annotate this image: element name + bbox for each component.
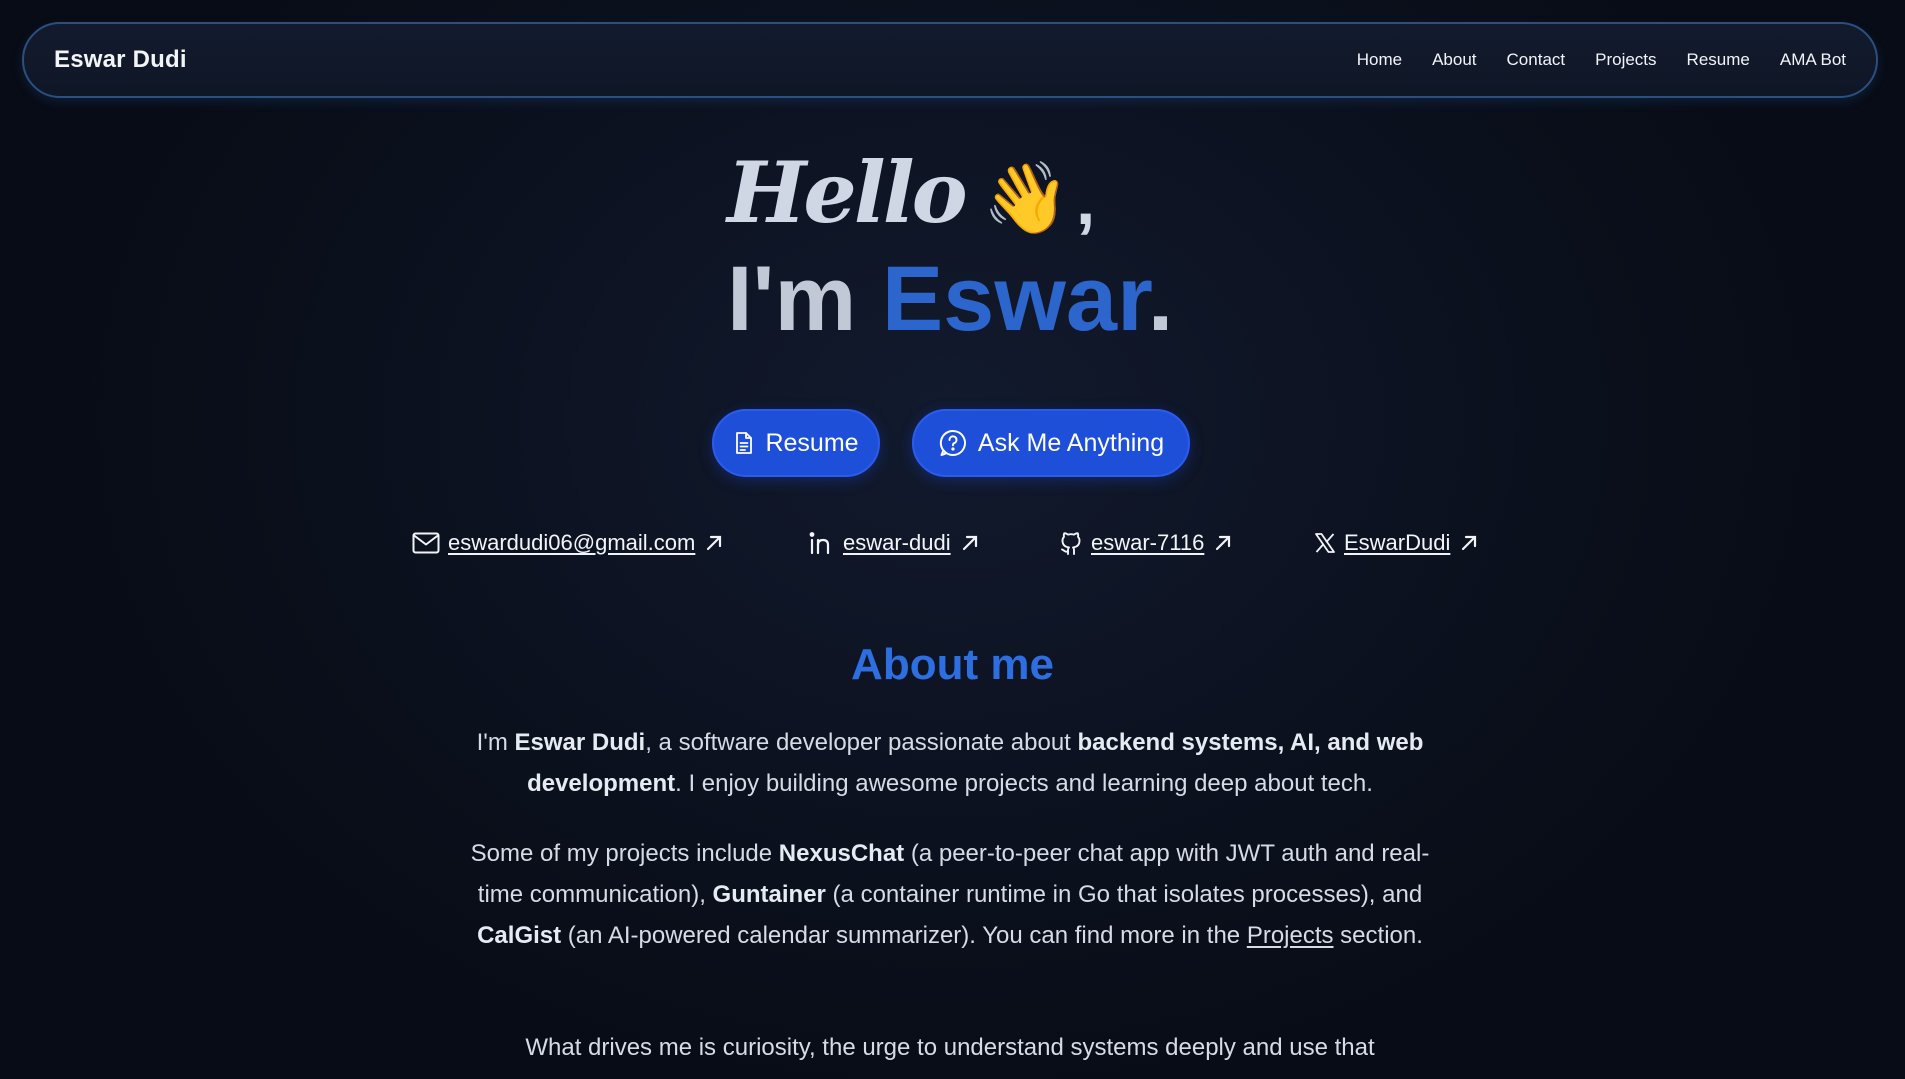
email-link[interactable]: eswardudi06@gmail.com [412,530,725,556]
resume-button[interactable]: Resume [712,409,880,477]
projects-inline-link[interactable]: Projects [1247,922,1334,949]
arrow-up-right-icon [962,535,977,551]
nav-projects[interactable]: Projects [1595,50,1656,70]
arrow-up-right-icon [1462,535,1477,551]
resume-button-label: Resume [765,428,859,457]
about-text: I'm [476,729,515,756]
nav-home[interactable]: Home [1357,50,1402,70]
arrow-up-right-icon [1216,535,1231,551]
about-text: (a container runtime in Go that isolates… [825,881,1423,908]
linkedin-text: eswar-dudi [843,530,951,555]
navbar: Eswar Dudi Home About Contact Projects R… [22,22,1878,98]
intro-dot: . [1147,248,1174,350]
nav-links: Home About Contact Projects Resume AMA B… [1327,50,1846,70]
question-circle-icon [939,429,966,456]
about-paragraph-3: What drives me is curiosity, the urge to… [470,1027,1430,1068]
x-icon [1315,533,1335,553]
linkedin-icon [809,532,830,555]
hello-comma: , [1075,161,1096,239]
github-icon [1061,532,1081,555]
about-text: What drives me is curiosity, the urge to… [525,1034,1375,1061]
about-paragraph-2: Some of my projects include NexusChat (a… [470,833,1430,956]
intro-heading: I'm Eswar. [727,253,1173,345]
nav-resume[interactable]: Resume [1687,50,1750,70]
about-heading: About me [851,640,1054,689]
ask-me-anything-button[interactable]: Ask Me Anything [912,409,1190,477]
github-text: eswar-7116 [1091,530,1205,555]
github-link[interactable]: eswar-7116 [1059,530,1234,556]
brand-logo[interactable]: Eswar Dudi [54,46,187,74]
waving-hand-icon: 👋 [982,159,1070,237]
about-text: , a software developer passionate about [645,729,1078,756]
intro-name: Eswar [881,248,1148,350]
project-name: Guntainer [712,881,826,908]
about-text: section. [1333,922,1423,949]
about-text: (an AI-powered calendar summarizer). You… [561,922,1247,949]
nav-ama-bot[interactable]: AMA Bot [1780,50,1846,70]
nav-contact[interactable]: Contact [1507,50,1566,70]
linkedin-link[interactable]: eswar-dudi [809,530,981,556]
mail-icon [412,532,440,554]
x-link[interactable]: EswarDudi [1314,530,1480,556]
email-text: eswardudi06@gmail.com [448,530,696,555]
document-icon [736,432,753,454]
hello-text: Hello [727,143,968,242]
intro-prefix: I'm [727,248,882,350]
about-bold: Eswar Dudi [514,729,646,756]
about-text: Some of my projects include [470,840,779,867]
project-name: CalGist [477,922,562,949]
hello-heading: Hello 👋 , [727,135,1096,242]
x-text: EswarDudi [1344,530,1451,555]
about-text: . I enjoy building awesome projects and … [675,770,1373,797]
nav-about[interactable]: About [1432,50,1476,70]
about-paragraph-1: I'm Eswar Dudi, a software developer pas… [470,722,1430,804]
project-name: NexusChat [778,840,905,867]
ask-me-anything-label: Ask Me Anything [977,428,1165,457]
arrow-up-right-icon [707,535,722,551]
